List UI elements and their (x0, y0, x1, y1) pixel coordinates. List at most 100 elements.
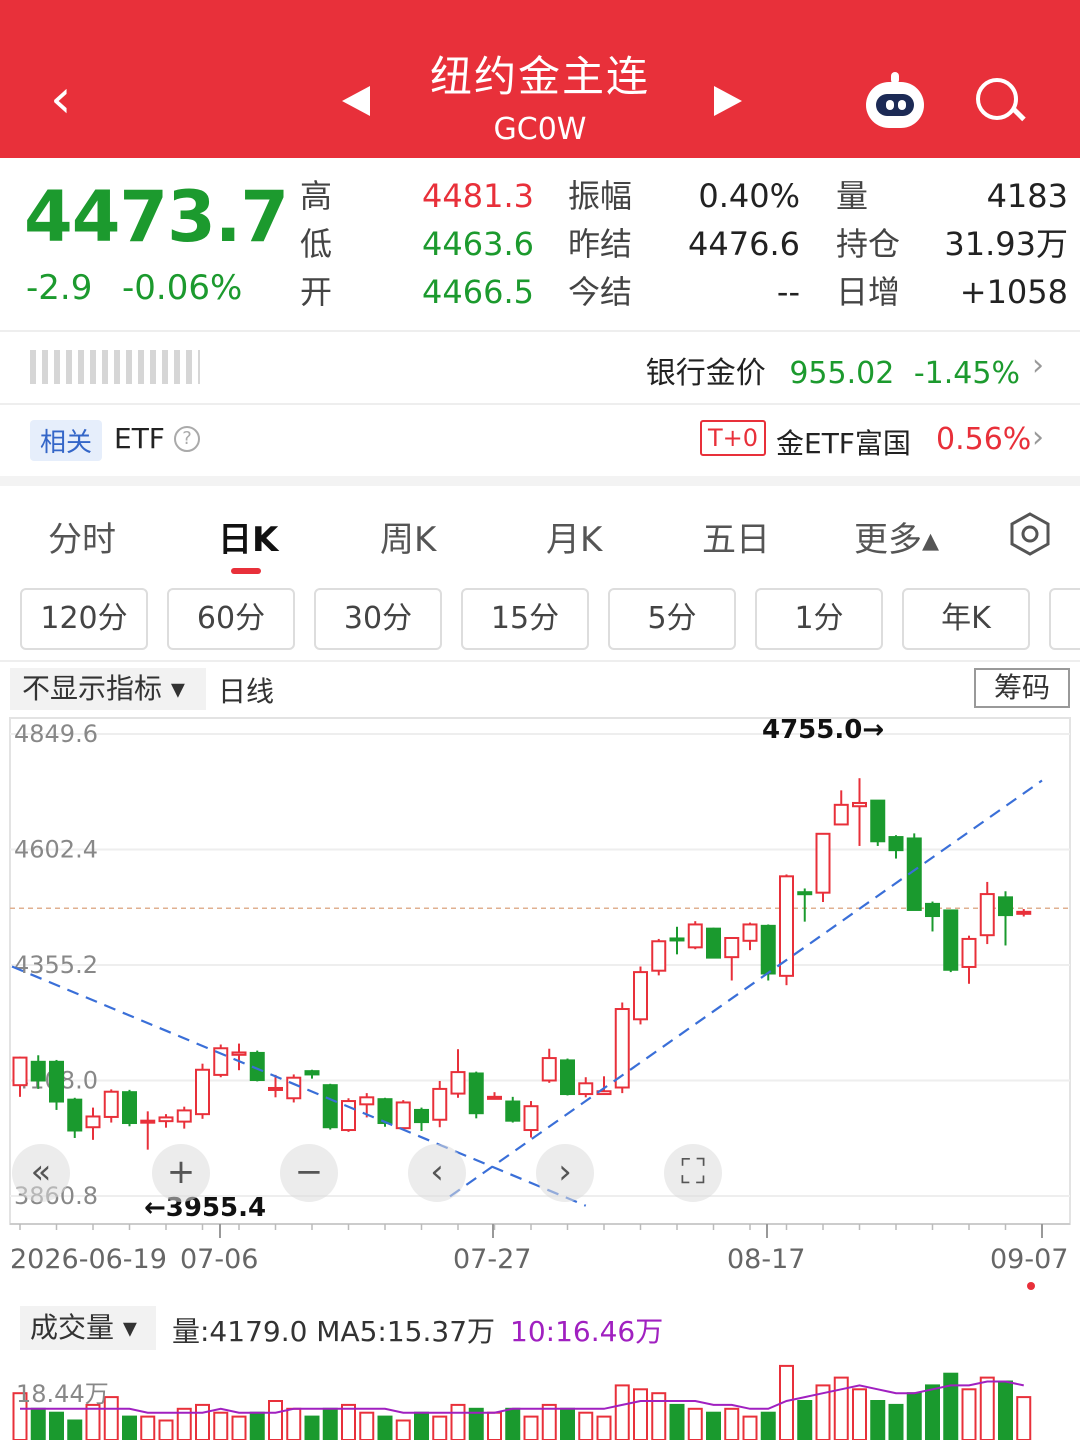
tab-weekly-k[interactable]: 周K (380, 512, 436, 561)
candle-body (925, 902, 940, 918)
tab-monthly-k[interactable]: 月K (546, 512, 602, 561)
daily-increase-value: +1058 (959, 273, 1068, 311)
related-etf-row[interactable]: 相关 ETF ? T+0 金ETF富国 0.56% › (0, 404, 1080, 476)
candle-body (487, 1095, 502, 1100)
candle-body (578, 1082, 594, 1096)
period-more-button[interactable] (1049, 588, 1080, 650)
zoom-out-icon[interactable]: − (280, 1144, 338, 1202)
search-icon[interactable] (976, 78, 1026, 126)
period-15m-button[interactable]: 15分 (461, 588, 589, 650)
chevron-right-icon: › (1032, 348, 1044, 383)
candle-body (505, 1100, 521, 1122)
high-value: 4481.3 (422, 177, 534, 215)
volume-bar (1016, 1396, 1032, 1440)
indicator-select[interactable]: 不显示指标 ▾ (10, 668, 206, 710)
candle-body (560, 1059, 575, 1096)
y-tick-label: 4849.6 (14, 720, 98, 748)
candle-body (523, 1105, 539, 1132)
volume-bar (395, 1419, 411, 1440)
volume-bar (760, 1411, 776, 1440)
prev-contract-icon[interactable] (342, 86, 370, 116)
section-gap (0, 476, 1080, 486)
volume-value: 4183 (986, 177, 1068, 215)
candle-body (377, 1098, 393, 1125)
volume-bar (870, 1400, 886, 1440)
etf-name: 金ETF富国 (776, 427, 911, 460)
volume-bar (614, 1384, 630, 1440)
volume-bar (979, 1376, 995, 1440)
volume-ma10: 10:16.46万 (510, 1315, 664, 1348)
candle-body (706, 927, 721, 959)
tab-intraday[interactable]: 分时 (48, 512, 116, 561)
tab-more[interactable]: 更多▴ (854, 512, 939, 561)
bank-gold-row[interactable]: 银行金价 955.02 -1.45% › (0, 332, 1080, 404)
t0-badge: T+0 (700, 420, 767, 456)
volume-bar (687, 1407, 703, 1440)
chip-distribution-button[interactable]: 筹码 (974, 668, 1070, 708)
related-tag: 相关 (30, 420, 103, 461)
period-30m-button[interactable]: 30分 (314, 588, 442, 650)
current-date-dot (1027, 1282, 1035, 1290)
volume-bar (906, 1392, 922, 1440)
daily-increase-label: 日增 (836, 273, 901, 311)
candle-body (158, 1116, 174, 1123)
volume-bar (140, 1415, 156, 1440)
candle-body (67, 1098, 83, 1132)
tab-five-day[interactable]: 五日 (702, 512, 770, 561)
tab-daily-k[interactable]: 日K (218, 512, 278, 561)
volume-axis-label: 18.44万 (16, 1380, 109, 1408)
volume-bar (888, 1403, 904, 1440)
volume-bar (487, 1411, 502, 1440)
settings-hexagon-icon[interactable] (1008, 512, 1052, 556)
candle-body (724, 936, 740, 959)
candle-body (176, 1109, 192, 1123)
candle-body (12, 1056, 28, 1087)
volume-bar (359, 1411, 375, 1440)
period-120m-button[interactable]: 120分 (20, 588, 148, 650)
volume-select[interactable]: 成交量 ▾ (20, 1306, 156, 1350)
volume-bar (669, 1403, 685, 1440)
day-line-label: 日线 (218, 675, 275, 708)
volume-bar (706, 1411, 721, 1440)
bank-gold-label: 银行金价 (645, 356, 766, 391)
candle-body (833, 803, 849, 826)
minute-period-buttons: 120分 60分 30分 15分 5分 1分 年K (0, 588, 1080, 652)
candle-body (852, 801, 867, 808)
volume-bar (231, 1415, 247, 1440)
volume-bar (377, 1415, 393, 1440)
pan-right-icon[interactable]: › (536, 1144, 594, 1202)
back-icon[interactable]: ‹ (50, 72, 72, 126)
period-yearly-k-button[interactable]: 年K (902, 588, 1030, 650)
period-1m-button[interactable]: 1分 (755, 588, 883, 650)
candle-body (432, 1087, 448, 1121)
zoom-in-icon[interactable]: + (152, 1144, 210, 1202)
candlestick-chart[interactable]: 4849.64602.44355.24108.03860.84755.0→←39… (0, 714, 1080, 1298)
period-5m-button[interactable]: 5分 (608, 588, 736, 650)
fullscreen-icon[interactable]: ⛶ (664, 1144, 722, 1202)
pan-left-icon[interactable]: ‹ (408, 1144, 466, 1202)
candle-body (286, 1076, 302, 1100)
volume-bar (943, 1372, 959, 1440)
candle-body (961, 937, 977, 968)
robot-assistant-icon[interactable] (864, 72, 926, 130)
active-tab-indicator (231, 568, 261, 574)
rewind-icon[interactable]: « (12, 1144, 70, 1202)
candle-body (742, 923, 758, 942)
x-tick-label: 07-27 (453, 1244, 531, 1275)
volume-bar (578, 1411, 594, 1440)
amplitude-label: 振幅 (568, 177, 633, 215)
y-tick-label: 4355.2 (14, 951, 98, 979)
candle-body (414, 1108, 429, 1124)
volume-bar (249, 1411, 265, 1440)
high-label: 高 (300, 177, 333, 215)
candle-body (979, 893, 995, 937)
today-settle-value: -- (776, 273, 800, 311)
volume-bar (268, 1400, 283, 1440)
next-contract-icon[interactable] (714, 86, 742, 116)
candle-body (268, 1086, 283, 1091)
help-icon[interactable]: ? (174, 426, 200, 452)
period-60m-button[interactable]: 60分 (167, 588, 295, 650)
candle-body (140, 1119, 156, 1124)
blurred-text (30, 350, 200, 384)
candle-body (450, 1071, 466, 1095)
